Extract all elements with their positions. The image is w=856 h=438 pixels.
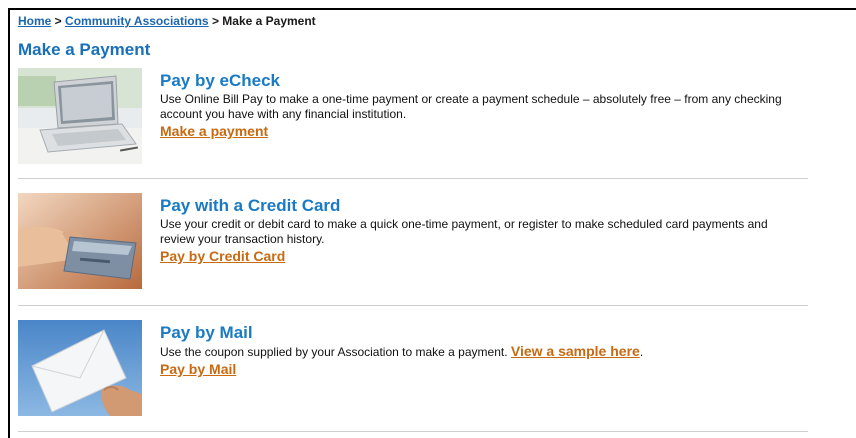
breadcrumb-current: Make a Payment: [222, 14, 316, 28]
page-frame: Home > Community Associations > Make a P…: [8, 8, 856, 438]
option-title: Pay with a Credit Card: [160, 196, 341, 215]
option-description: Use your credit or debit card to make a …: [160, 217, 768, 246]
payment-option-mail: Pay by Mail Use the coupon supplied by y…: [18, 320, 808, 432]
echeck-body: Pay by eCheck Use Online Bill Pay to mak…: [160, 71, 800, 141]
breadcrumb-community-link[interactable]: Community Associations: [65, 14, 209, 28]
breadcrumb-separator: >: [51, 14, 66, 28]
page-title: Make a Payment: [18, 40, 151, 59]
view-sample-link[interactable]: View a sample here: [511, 343, 640, 359]
pay-by-mail-link[interactable]: Pay by Mail: [160, 361, 236, 378]
option-description: Use Online Bill Pay to make a one-time p…: [160, 92, 782, 121]
option-description: Use the coupon supplied by your Associat…: [160, 344, 800, 360]
main-content: Home > Community Associations > Make a P…: [18, 10, 818, 432]
payment-option-echeck: Pay by eCheck Use Online Bill Pay to mak…: [18, 68, 808, 179]
option-title: Pay by eCheck: [160, 71, 281, 90]
mail-body: Pay by Mail Use the coupon supplied by y…: [160, 323, 800, 379]
breadcrumb-home-link[interactable]: Home: [18, 14, 51, 28]
option-description-text: Use the coupon supplied by your Associat…: [160, 345, 511, 359]
option-title: Pay by Mail: [160, 323, 253, 342]
breadcrumb: Home > Community Associations > Make a P…: [18, 14, 818, 28]
breadcrumb-separator: >: [208, 14, 223, 28]
pay-by-credit-card-link[interactable]: Pay by Credit Card: [160, 248, 285, 265]
payment-option-credit-card: Pay with a Credit Card Use your credit o…: [18, 193, 808, 306]
envelope-hand-image: [18, 320, 142, 416]
make-payment-link[interactable]: Make a payment: [160, 123, 268, 140]
laptop-image: [18, 68, 142, 164]
credit-card-body: Pay with a Credit Card Use your credit o…: [160, 196, 800, 266]
credit-card-hand-image: [18, 193, 142, 289]
option-description-end: .: [639, 345, 644, 359]
